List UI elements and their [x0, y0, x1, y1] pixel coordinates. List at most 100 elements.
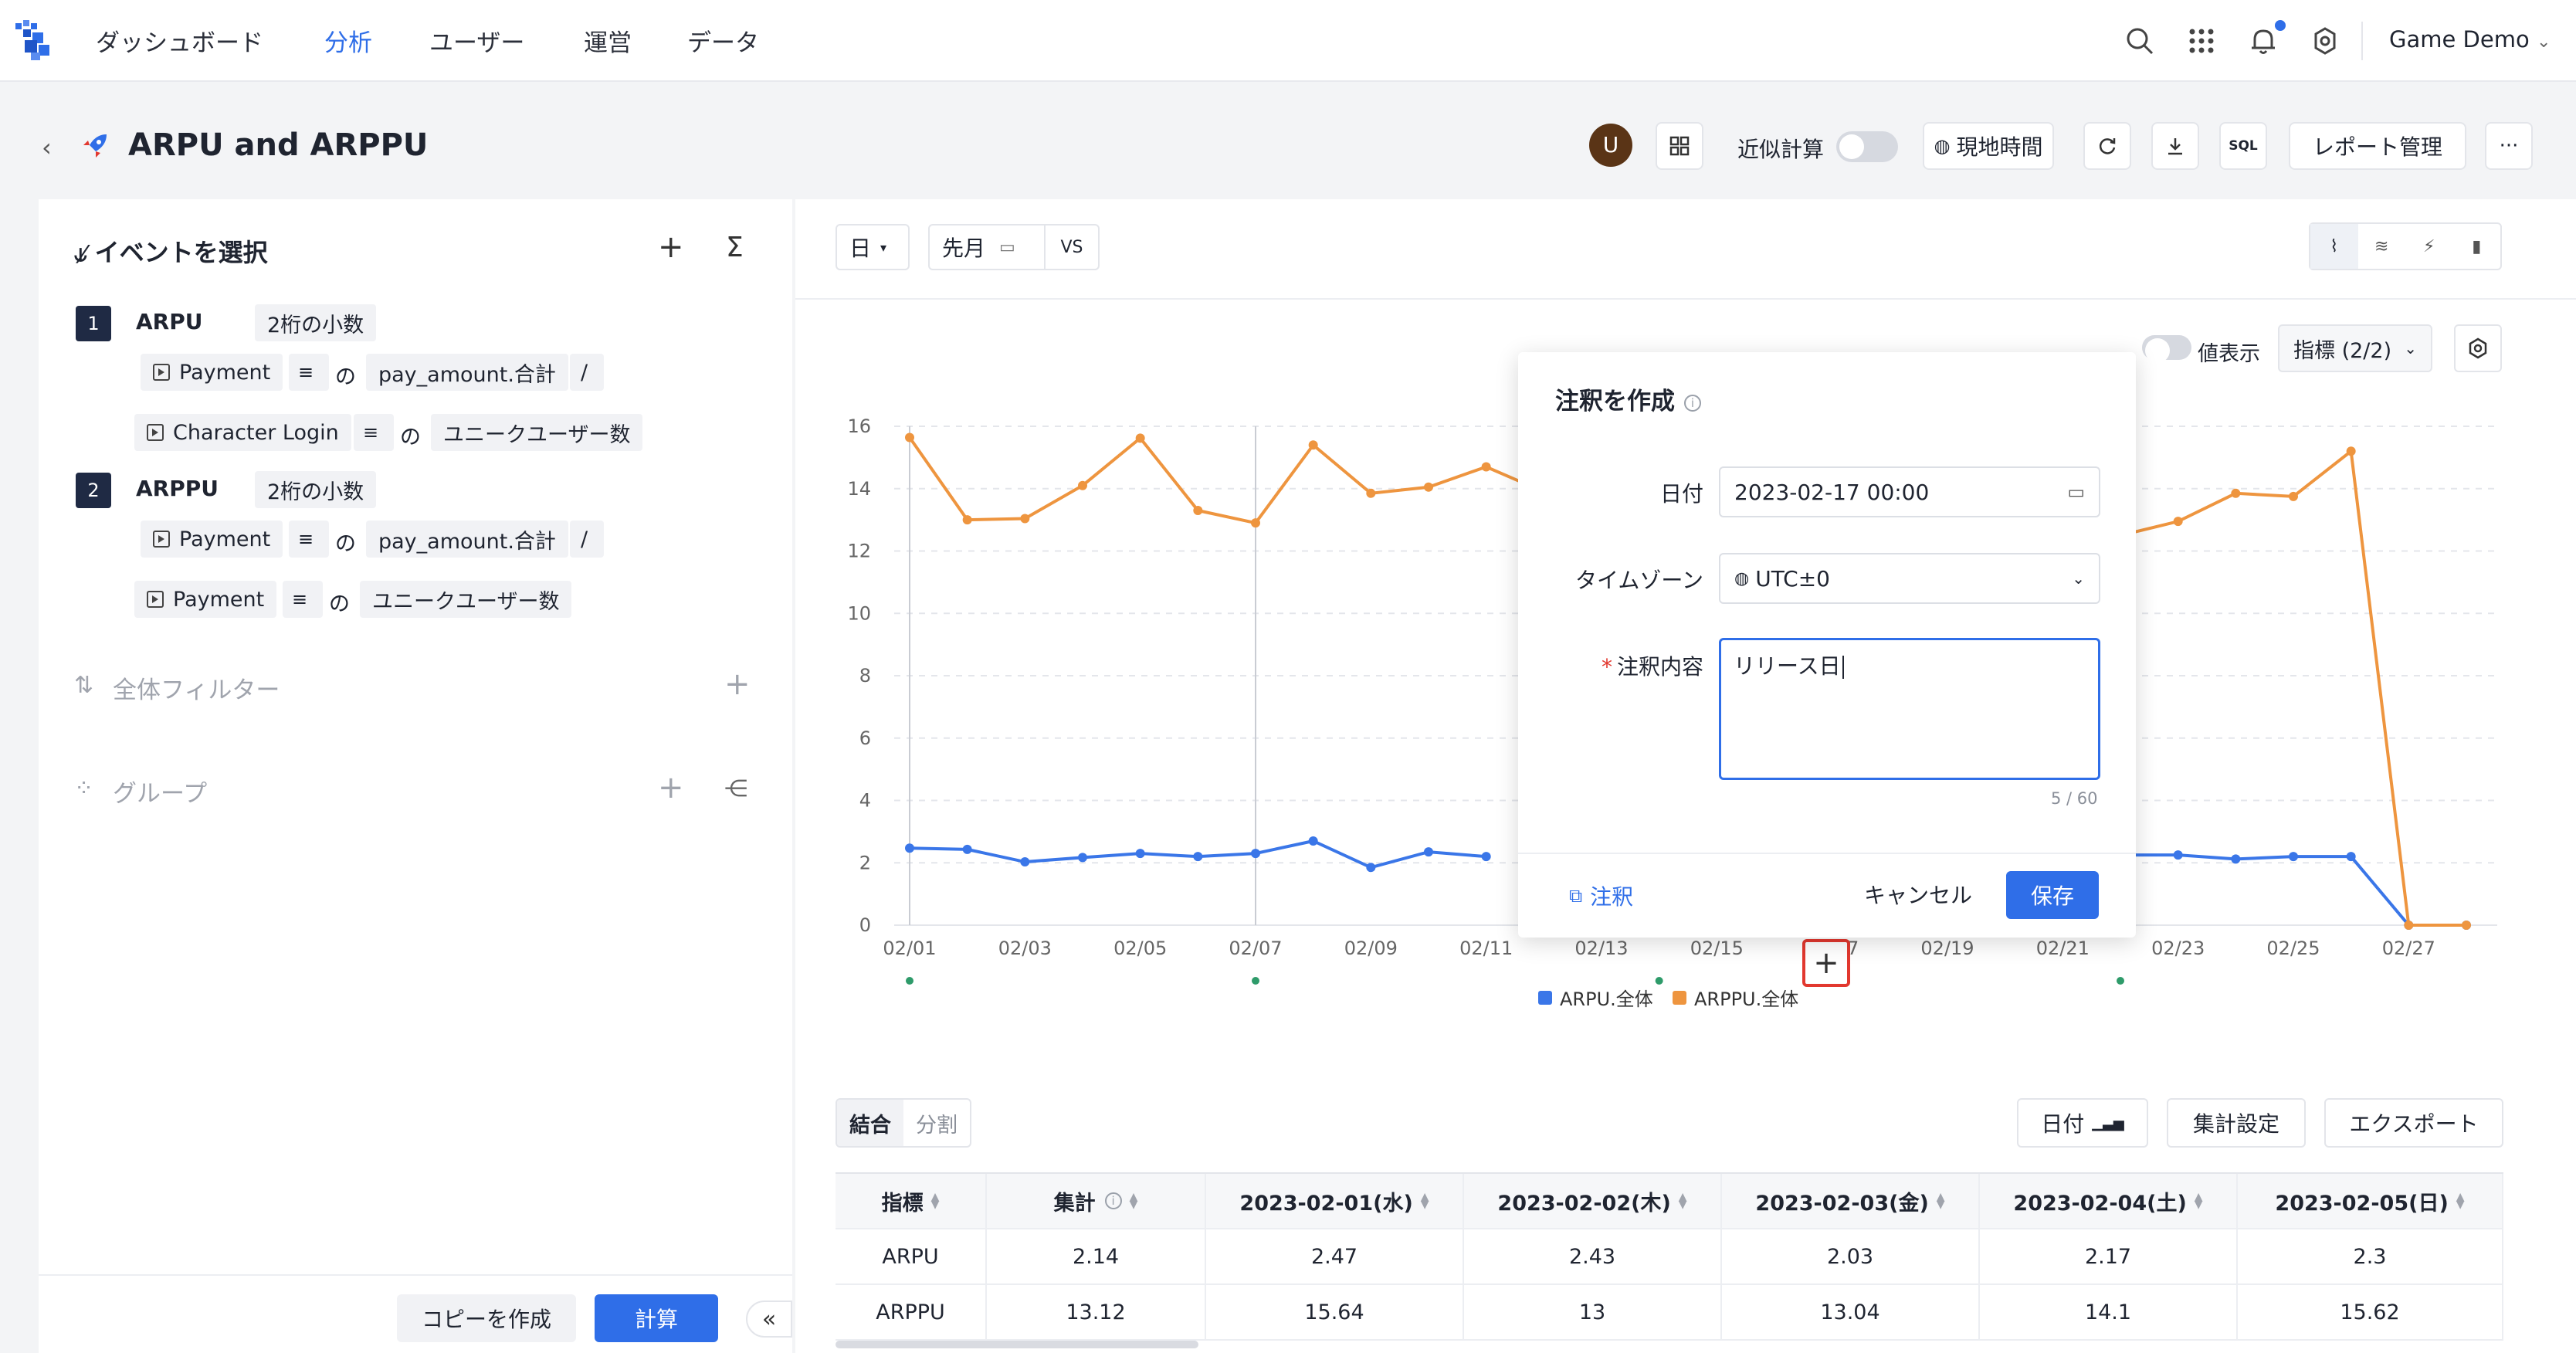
metric-select[interactable]: 指標 (2/2) ⌄ — [2278, 324, 2432, 372]
data-point[interactable] — [1251, 849, 1260, 859]
project-switcher[interactable]: Game Demo ⌄ — [2389, 26, 2551, 53]
operator-chip[interactable]: / — [570, 354, 604, 391]
data-point[interactable] — [1308, 836, 1318, 846]
formula-sigma-icon[interactable]: Σ — [726, 232, 744, 263]
filter-button[interactable]: ≡ — [289, 521, 329, 558]
data-point[interactable] — [2231, 488, 2241, 498]
sql-button[interactable]: SQL — [2219, 122, 2267, 170]
sort-icon[interactable]: ▲ ▼ — [1130, 1192, 1138, 1210]
date-range-picker[interactable]: 先月 ▭ — [928, 224, 1046, 270]
data-point[interactable] — [2289, 852, 2298, 862]
annotation-dot[interactable] — [1655, 977, 1663, 985]
sort-icon[interactable]: ▲ ▼ — [1937, 1192, 1945, 1210]
tab-merged[interactable]: 結合 — [837, 1100, 903, 1146]
data-point[interactable] — [905, 843, 914, 853]
export-button[interactable]: エクスポート — [2324, 1098, 2503, 1148]
metric-header[interactable]: 指標 ▲ ▼ — [836, 1174, 987, 1228]
data-point[interactable] — [1308, 440, 1318, 450]
add-event-plus-icon[interactable]: + — [658, 232, 684, 263]
filter-button[interactable]: ≡ — [354, 414, 394, 451]
line-chart-icon[interactable]: ⌇ — [2310, 224, 2358, 269]
date-header[interactable]: 2023-02-01(水) ▲ ▼ — [1206, 1174, 1464, 1228]
data-point[interactable] — [2346, 446, 2356, 456]
annotation-dot[interactable] — [906, 977, 913, 985]
property-chip[interactable]: ユニークユーザー数 — [360, 581, 572, 618]
data-point[interactable] — [1078, 480, 1087, 490]
sort-icon[interactable]: ▲ ▼ — [2456, 1192, 2465, 1210]
date-header[interactable]: 2023-02-02(木) ▲ ▼ — [1464, 1174, 1722, 1228]
add-filter-plus-icon[interactable]: + — [724, 669, 751, 700]
data-point[interactable] — [2173, 850, 2183, 860]
data-point[interactable] — [1424, 847, 1433, 857]
data-point[interactable] — [1481, 462, 1491, 472]
nav-dashboard[interactable]: ダッシュボード — [96, 23, 263, 58]
apps-grid-icon[interactable] — [2185, 25, 2218, 57]
data-point[interactable] — [1481, 852, 1491, 862]
aggregation-settings-button[interactable]: 集計設定 — [2167, 1098, 2306, 1148]
local-time-button[interactable]: ◍ 現地時間 — [1923, 122, 2054, 170]
decimal-setting-chip[interactable]: 2桁の小数 — [255, 471, 377, 508]
filter-button[interactable]: ≡ — [289, 354, 329, 391]
refresh-button[interactable] — [2083, 122, 2131, 170]
settings-gear-icon[interactable] — [2309, 25, 2341, 57]
nav-data[interactable]: データ — [687, 23, 759, 58]
data-point[interactable] — [962, 844, 972, 854]
metric-name[interactable]: ARPU — [136, 309, 203, 334]
event-chip[interactable]: Payment — [141, 521, 283, 558]
date-header[interactable]: 2023-02-04(土) ▲ ▼ — [1980, 1174, 2238, 1228]
group-label[interactable]: グループ — [113, 774, 207, 809]
save-button[interactable]: 保存 — [2006, 871, 2099, 919]
download-button[interactable] — [2151, 122, 2199, 170]
data-point[interactable] — [2462, 921, 2471, 930]
sort-icon[interactable]: ▲ ▼ — [1421, 1192, 1429, 1210]
property-chip[interactable]: ユニークユーザー数 — [431, 414, 643, 451]
event-chip[interactable]: Character Login — [134, 414, 351, 451]
date-input[interactable]: 2023-02-17 00:00 ▭ — [1719, 466, 2100, 517]
data-point[interactable] — [1020, 857, 1030, 867]
value-display-toggle[interactable] — [2142, 335, 2191, 363]
nav-operations[interactable]: 運営 — [584, 23, 632, 58]
sort-icon[interactable]: ▲ ▼ — [931, 1192, 940, 1210]
app-logo-icon[interactable] — [12, 17, 56, 63]
bell-icon[interactable] — [2247, 25, 2279, 57]
sort-icon[interactable]: ▲ ▼ — [2195, 1192, 2203, 1210]
report-management-button[interactable]: レポート管理 — [2289, 122, 2466, 170]
data-point[interactable] — [905, 432, 914, 443]
info-icon[interactable]: i — [1684, 394, 1701, 412]
search-icon[interactable] — [2124, 25, 2156, 57]
add-annotation-plus-icon[interactable]: + — [1802, 939, 1850, 987]
date-sort-button[interactable]: 日付 ▁▃▅ — [2017, 1098, 2148, 1148]
data-point[interactable] — [2346, 852, 2356, 862]
nav-users[interactable]: ユーザー — [429, 23, 524, 58]
property-chip[interactable]: pay_amount.合計 — [366, 354, 568, 391]
data-point[interactable] — [1251, 518, 1260, 528]
data-point[interactable] — [1135, 433, 1145, 443]
property-chip[interactable]: pay_amount.合計 — [366, 521, 568, 558]
data-point[interactable] — [1366, 488, 1376, 498]
data-point[interactable] — [1193, 506, 1203, 516]
data-point[interactable] — [1020, 514, 1030, 524]
data-point[interactable] — [962, 515, 972, 525]
data-point[interactable] — [2173, 517, 2183, 527]
nav-analysis[interactable]: 分析 — [324, 23, 372, 58]
annotation-dot[interactable] — [1252, 977, 1259, 985]
more-menu-button[interactable]: ··· — [2485, 122, 2533, 170]
annotation-link[interactable]: ⧉ 注釈 — [1569, 880, 1633, 911]
cancel-button[interactable]: キャンセル — [1856, 870, 1980, 919]
data-point[interactable] — [2289, 491, 2298, 501]
timezone-select[interactable]: ◍ UTC±0 ⌄ — [1719, 553, 2100, 604]
bar-chart-icon[interactable]: ▮ — [2453, 224, 2501, 269]
event-chip[interactable]: Payment — [141, 354, 283, 391]
data-point[interactable] — [1193, 852, 1203, 862]
collapse-panel-button[interactable]: « — [746, 1300, 792, 1338]
calculate-button[interactable]: 計算 — [595, 1294, 718, 1342]
avatar[interactable]: U — [1589, 124, 1632, 167]
metric-name[interactable]: ARPPU — [136, 476, 219, 501]
operator-chip[interactable]: / — [570, 521, 604, 558]
data-point[interactable] — [2231, 854, 2241, 864]
data-point[interactable] — [1078, 853, 1087, 863]
add-group-plus-icon[interactable]: + — [658, 772, 684, 803]
data-point[interactable] — [1424, 482, 1433, 492]
sort-icon[interactable]: ▲ ▼ — [1679, 1192, 1687, 1210]
cumulative-chart-icon[interactable]: ⚡ — [2405, 224, 2453, 269]
